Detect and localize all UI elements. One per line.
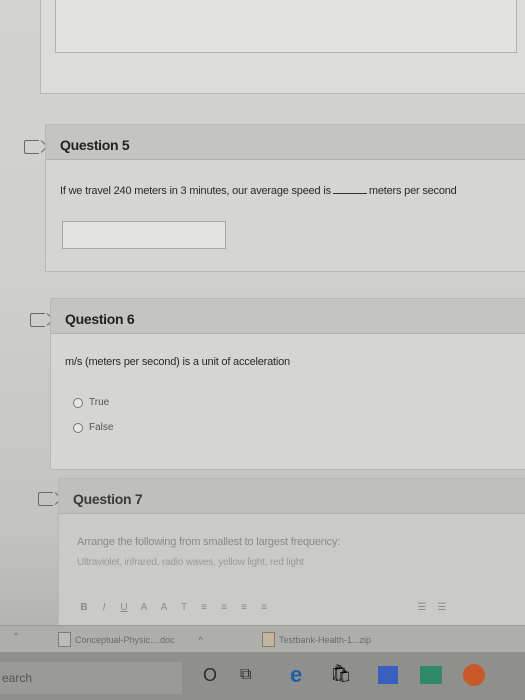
cortana-icon[interactable]: O bbox=[203, 665, 217, 686]
flag-question-5-icon[interactable] bbox=[24, 140, 39, 154]
clear-format-button[interactable]: T bbox=[178, 602, 190, 613]
option-true[interactable]: True bbox=[73, 397, 109, 408]
flag-question-6-icon[interactable] bbox=[30, 313, 45, 327]
chevron-up-icon[interactable]: ^ bbox=[199, 635, 203, 645]
highlight-button[interactable]: A bbox=[158, 602, 170, 613]
option-false-label: False bbox=[89, 422, 114, 433]
download-item-2[interactable]: Testbank-Health-1...zip bbox=[262, 632, 371, 647]
previous-answer-box[interactable] bbox=[55, 0, 517, 53]
question-5-title: Question 5 bbox=[60, 137, 130, 153]
question-6-card: Question 6 m/s (meters per second) is a … bbox=[50, 298, 525, 470]
app-icon[interactable] bbox=[420, 666, 442, 684]
numbered-list-button[interactable]: ☰ bbox=[436, 602, 448, 613]
question-6-title: Question 6 bbox=[65, 311, 135, 327]
word-file-icon bbox=[58, 632, 71, 647]
bullet-list-button[interactable]: ☰ bbox=[416, 602, 428, 613]
italic-button[interactable]: I bbox=[98, 602, 110, 613]
option-true-label: True bbox=[89, 397, 110, 408]
question-6-text: m/s (meters per second) is a unit of acc… bbox=[65, 356, 290, 368]
download-item-2-name: Testbank-Health-1...zip bbox=[279, 634, 372, 645]
chrome-icon[interactable] bbox=[463, 664, 485, 686]
justify-button[interactable]: ≡ bbox=[258, 602, 270, 613]
question-7-items: Ultraviolet, infrared, radio waves, yell… bbox=[77, 557, 304, 568]
question-5-text: If we travel 240 meters in 3 minutes, ou… bbox=[60, 185, 457, 197]
zip-file-icon bbox=[262, 632, 275, 647]
font-color-button[interactable]: A bbox=[138, 602, 150, 613]
page: Question 5 If we travel 240 meters in 3 … bbox=[0, 0, 525, 700]
download-item-1[interactable]: Conceptual-Physic....doc ^ bbox=[58, 632, 203, 647]
question-5-text-after: meters per second bbox=[368, 185, 457, 197]
align-right-button[interactable]: ≡ bbox=[238, 602, 250, 613]
question-7-text: Arrange the following from smallest to l… bbox=[77, 536, 341, 548]
underline-button[interactable]: U bbox=[118, 602, 130, 613]
taskbar-search-box[interactable]: earch bbox=[0, 662, 182, 694]
download-item-1-name: Conceptual-Physic....doc bbox=[75, 634, 175, 645]
edge-browser-icon[interactable]: e bbox=[290, 662, 302, 688]
question-7-title: Question 7 bbox=[73, 491, 143, 507]
bold-button[interactable]: B bbox=[78, 602, 90, 613]
store-icon[interactable]: 🛍 bbox=[330, 664, 352, 684]
radio-false[interactable] bbox=[73, 422, 83, 433]
mail-icon[interactable] bbox=[378, 666, 398, 684]
chevron-up-icon[interactable]: ⌃ bbox=[12, 632, 20, 643]
radio-true[interactable] bbox=[73, 397, 83, 408]
align-left-button[interactable]: ≡ bbox=[198, 602, 210, 613]
downloads-bar: ⌃ Conceptual-Physic....doc ^ Testbank-He… bbox=[0, 625, 525, 652]
align-center-button[interactable]: ≡ bbox=[218, 602, 230, 613]
question-5-card: Question 5 If we travel 240 meters in 3 … bbox=[45, 124, 525, 272]
question-5-answer-input[interactable] bbox=[62, 221, 226, 249]
windows-taskbar: earch O ⧉ e 🛍 bbox=[0, 652, 525, 700]
answer-blank bbox=[332, 193, 367, 194]
question-5-text-before: If we travel 240 meters in 3 minutes, ou… bbox=[60, 185, 331, 197]
editor-toolbar: B I U A A T ≡ ≡ ≡ ≡ ☰ ☰ bbox=[78, 598, 448, 616]
option-false[interactable]: False bbox=[73, 422, 113, 433]
flag-question-7-icon[interactable] bbox=[38, 492, 53, 506]
task-view-icon[interactable]: ⧉ bbox=[240, 666, 251, 684]
